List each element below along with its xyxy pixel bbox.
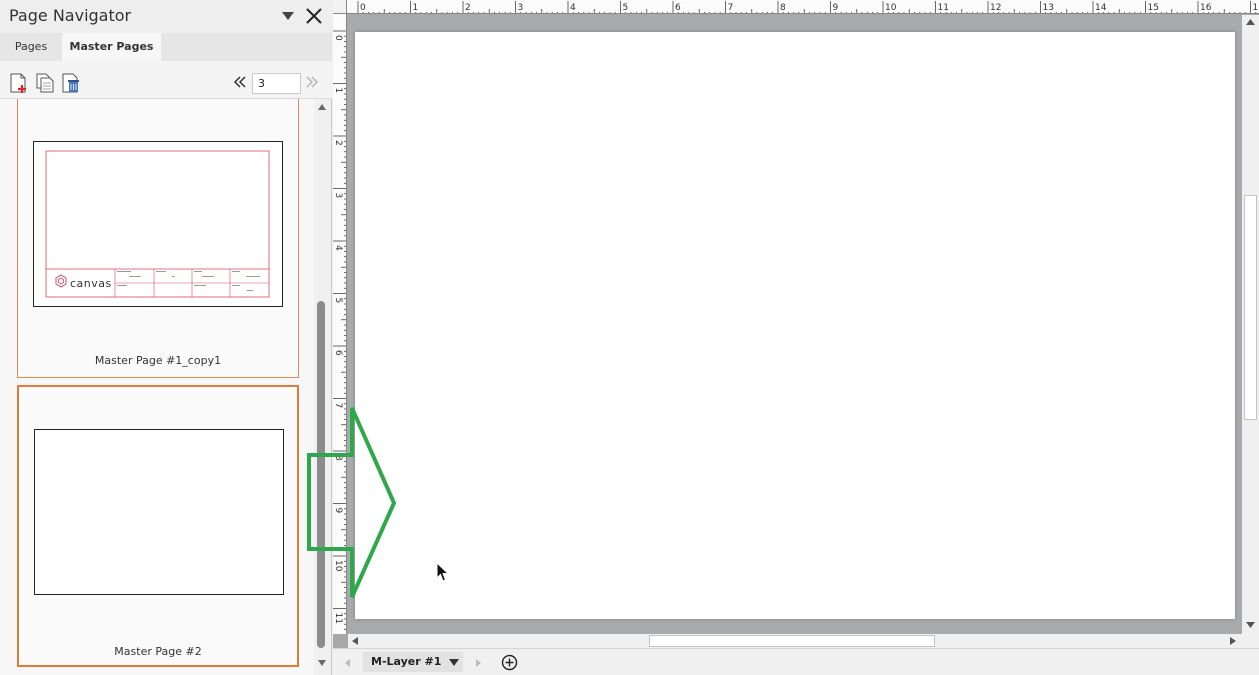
dropdown-arrow-icon[interactable] — [281, 10, 295, 22]
page-navigator-panel: Page Navigator Pages Master Pages 3 canv… — [0, 0, 332, 675]
ruler-label: 9 — [833, 3, 839, 13]
ruler-label: 16 — [1200, 3, 1212, 13]
scroll-up-arrow-icon[interactable] — [1245, 17, 1256, 27]
canvas-logo-icon — [55, 274, 67, 288]
thumbnail-label: Master Page #2 — [114, 645, 202, 658]
next-layer-icon[interactable] — [475, 658, 483, 668]
ruler-label: 13 — [1043, 3, 1054, 13]
ruler-label: 11 — [333, 613, 343, 624]
ruler-label: 3 — [333, 193, 343, 199]
delete-page-icon[interactable] — [62, 73, 80, 93]
scrollbar-thumb[interactable] — [649, 635, 935, 647]
panel-header: Page Navigator — [0, 0, 332, 33]
tab-master-pages[interactable]: Master Pages — [62, 33, 161, 61]
layer-name: M-Layer #1 — [371, 655, 442, 668]
vertical-scrollbar[interactable] — [1242, 15, 1259, 634]
ruler-label: 7 — [728, 3, 734, 13]
scroll-down-arrow-icon[interactable] — [1245, 620, 1256, 630]
panel-title: Page Navigator — [9, 6, 132, 25]
scroll-down-arrow-icon[interactable] — [317, 658, 327, 668]
master-page-thumbnail-list: canvas Master Page #1_copy1 Master Page … — [0, 99, 314, 675]
chevron-down-icon[interactable] — [449, 659, 459, 666]
thumbnail-preview: canvas — [33, 141, 283, 307]
ruler-label: 6 — [675, 3, 681, 13]
scroll-left-arrow-icon[interactable] — [350, 636, 360, 646]
ruler-label: 2 — [465, 3, 471, 13]
ruler-label: 10 — [885, 3, 897, 13]
document-canvas-area: 01234567891011121314151617 0123456789101… — [333, 0, 1259, 675]
ruler-label: 14 — [1095, 3, 1107, 13]
workspace[interactable] — [348, 15, 1242, 634]
ruler-label: 2 — [333, 140, 343, 146]
master-page-thumbnail-2[interactable]: Master Page #2 — [17, 385, 299, 667]
ruler-label: 6 — [333, 350, 343, 356]
ruler-label: 0 — [360, 3, 366, 13]
thumbnail-preview — [34, 429, 284, 595]
horizontal-scrollbar[interactable] — [348, 634, 1242, 648]
ruler-label: 5 — [623, 3, 629, 13]
previous-page-icon[interactable] — [233, 75, 247, 89]
ruler-label: 12 — [990, 3, 1001, 13]
mouse-cursor-icon — [436, 562, 450, 582]
ruler-label: 5 — [333, 298, 343, 304]
previous-layer-icon[interactable] — [343, 658, 351, 668]
next-page-icon[interactable] — [305, 75, 319, 89]
close-icon[interactable] — [304, 6, 324, 26]
layer-selector[interactable]: M-Layer #1 — [363, 652, 463, 672]
ruler-label: 4 — [333, 245, 343, 251]
scrollbar-corner — [1242, 634, 1259, 648]
navigator-toolbar — [0, 61, 332, 99]
thumbnail-label: Master Page #1_copy1 — [94, 354, 222, 367]
ruler-label: 17 — [1253, 3, 1259, 13]
horizontal-ruler-ticks: 01234567891011121314151617 — [357, 1, 1259, 13]
tab-pages[interactable]: Pages — [0, 33, 62, 61]
scroll-right-arrow-icon[interactable] — [1228, 636, 1238, 646]
page-number-input[interactable] — [252, 73, 301, 94]
ruler-label: 15 — [1148, 3, 1159, 13]
ruler-label: 3 — [518, 3, 524, 13]
ruler-label: 4 — [570, 3, 576, 13]
add-layer-icon[interactable] — [501, 654, 518, 671]
page-canvas[interactable] — [355, 32, 1235, 619]
scroll-up-arrow-icon[interactable] — [317, 102, 327, 112]
master-page-thumbnail-1[interactable]: canvas Master Page #1_copy1 — [17, 99, 299, 378]
navigator-tabs: Pages Master Pages — [0, 33, 332, 61]
horizontal-ruler[interactable]: 01234567891011121314151617 — [347, 0, 1259, 14]
ruler-label: 0 — [333, 35, 343, 41]
ruler-label: 11 — [938, 3, 949, 13]
ruler-label: 1 — [413, 3, 419, 13]
green-arrow-annotation — [307, 407, 397, 598]
layer-bar: M-Layer #1 — [333, 648, 1259, 675]
thumbnail-logo-text: canvas — [70, 277, 112, 290]
scrollbar-thumb[interactable] — [1244, 195, 1257, 420]
ruler-label: 1 — [333, 88, 343, 94]
ruler-origin[interactable] — [333, 0, 347, 14]
duplicate-page-icon[interactable] — [36, 73, 54, 93]
ruler-label: 8 — [780, 3, 786, 13]
add-page-icon[interactable] — [10, 73, 28, 93]
